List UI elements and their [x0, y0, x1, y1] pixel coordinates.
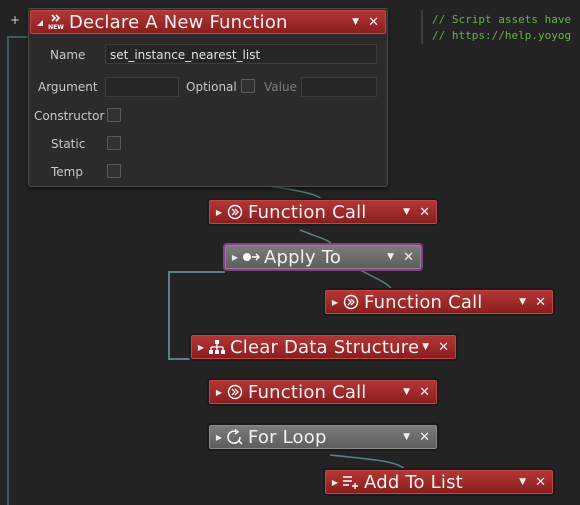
- expand-icon[interactable]: ▶: [213, 433, 225, 442]
- collapse-icon[interactable]: ◢: [34, 18, 46, 27]
- expand-icon[interactable]: ▶: [329, 298, 341, 307]
- close-icon[interactable]: ✕: [419, 205, 430, 220]
- dropdown-icon[interactable]: ▼: [387, 252, 394, 262]
- function-call-node[interactable]: ▶ Function Call ▼ ✕: [209, 200, 437, 224]
- function-call-icon: [341, 293, 361, 311]
- add-to-list-icon: [341, 473, 361, 491]
- apply-to-icon: [241, 248, 261, 266]
- close-icon[interactable]: ✕: [403, 250, 414, 265]
- argument-label: Argument: [38, 80, 98, 94]
- dropdown-icon[interactable]: ▼: [519, 297, 526, 307]
- expand-icon[interactable]: ▶: [213, 208, 225, 217]
- expand-toggle[interactable]: +: [10, 14, 20, 26]
- node-label: For Loop: [248, 426, 327, 448]
- expand-icon[interactable]: ▶: [195, 343, 207, 352]
- comment-line-2: // https://help.yoyog: [432, 29, 572, 42]
- function-call-icon: [225, 383, 245, 401]
- static-checkbox[interactable]: [107, 136, 121, 150]
- function-call-node[interactable]: ▶ Function Call ▼ ✕: [209, 380, 437, 404]
- optional-label: Optional: [186, 80, 237, 94]
- declare-function-title: Declare A New Function: [69, 11, 288, 33]
- new-function-icon: NEW: [46, 13, 66, 31]
- dropdown-icon[interactable]: ▼: [519, 477, 526, 487]
- node-label: Add To List: [364, 471, 463, 493]
- dropdown-icon[interactable]: ▼: [352, 17, 359, 27]
- value-label: Value: [264, 80, 297, 94]
- clear-data-structure-node[interactable]: ▶ Clear Data Structure ▼ ✕: [191, 335, 456, 359]
- static-label: Static: [51, 137, 86, 151]
- function-call-node[interactable]: ▶ Function Call ▼ ✕: [325, 290, 553, 314]
- function-call-icon: [225, 203, 245, 221]
- name-field[interactable]: set_instance_nearest_list: [105, 44, 377, 64]
- dropdown-icon[interactable]: ▼: [422, 342, 429, 352]
- apply-to-node[interactable]: ▶ Apply To ▼ ✕: [225, 245, 421, 269]
- declare-function-header[interactable]: ◢ NEW Declare A New Function ▼ ✕: [30, 10, 386, 34]
- node-label: Clear Data Structure: [230, 336, 420, 358]
- value-field[interactable]: [301, 77, 377, 97]
- node-label: Function Call: [248, 201, 367, 223]
- svg-text:NEW: NEW: [48, 24, 64, 31]
- comment-block[interactable]: // Script assets have // https://help.yo…: [432, 12, 571, 44]
- expand-icon[interactable]: ▶: [229, 253, 241, 262]
- data-structure-icon: [207, 338, 227, 356]
- close-icon[interactable]: ✕: [535, 295, 546, 310]
- argument-field[interactable]: [105, 77, 179, 97]
- expand-icon[interactable]: ▶: [213, 388, 225, 397]
- node-label: Apply To: [264, 246, 342, 268]
- dropdown-icon[interactable]: ▼: [403, 207, 410, 217]
- expand-icon[interactable]: ▶: [329, 478, 341, 487]
- temp-checkbox[interactable]: [107, 164, 121, 178]
- add-to-list-node[interactable]: ▶ Add To List ▼ ✕: [325, 470, 553, 494]
- for-loop-node[interactable]: ▶ For Loop ▼ ✕: [209, 425, 437, 449]
- close-icon[interactable]: ✕: [438, 340, 449, 355]
- dropdown-icon[interactable]: ▼: [403, 387, 410, 397]
- comment-line-1: // Script assets have: [432, 13, 572, 26]
- close-icon[interactable]: ✕: [419, 385, 430, 400]
- close-icon[interactable]: ✕: [419, 430, 430, 445]
- declare-function-panel: ◢ NEW Declare A New Function ▼ ✕ Name se…: [28, 8, 388, 187]
- node-label: Function Call: [364, 291, 483, 313]
- dropdown-icon[interactable]: ▼: [403, 432, 410, 442]
- comment-bar: [421, 10, 423, 44]
- node-label: Function Call: [248, 381, 367, 403]
- constructor-checkbox[interactable]: [107, 108, 121, 122]
- constructor-label: Constructor: [34, 109, 105, 123]
- close-icon[interactable]: ✕: [368, 15, 379, 30]
- optional-checkbox[interactable]: [241, 79, 255, 93]
- close-icon[interactable]: ✕: [535, 475, 546, 490]
- for-loop-icon: [225, 428, 245, 446]
- temp-label: Temp: [51, 165, 83, 179]
- name-label: Name: [50, 48, 86, 62]
